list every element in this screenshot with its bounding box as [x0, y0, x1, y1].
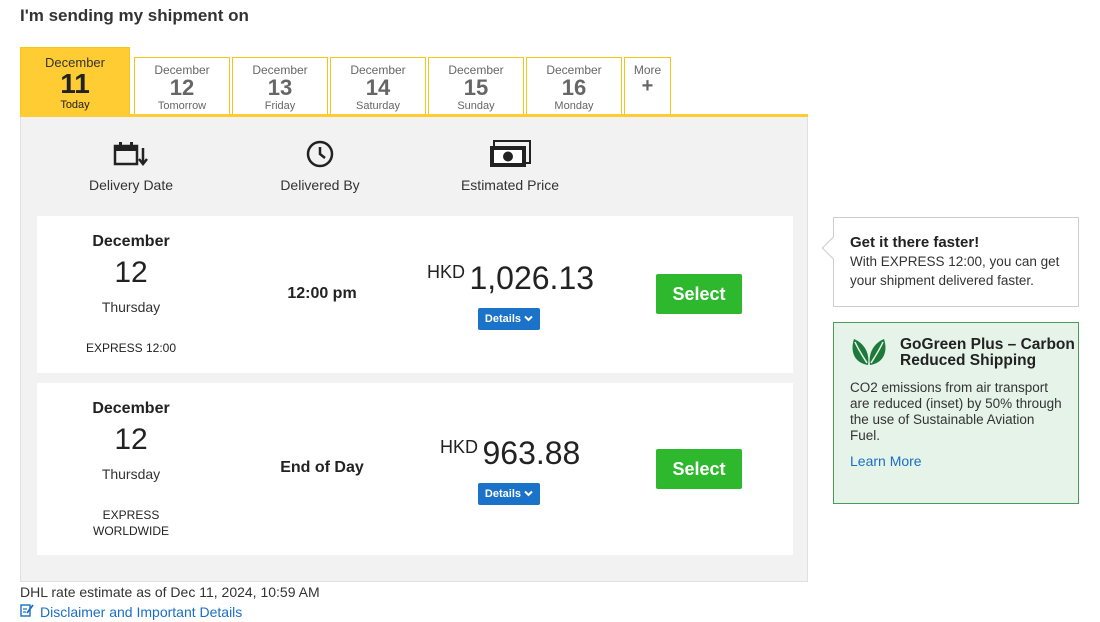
option-delivered-by: 12:00 pm [287, 285, 357, 302]
tab-day: 14 [365, 75, 391, 100]
tab-label: Today [60, 99, 90, 111]
tab-december-15[interactable]: December 15 Sunday [428, 57, 524, 115]
tab-label: Sunday [457, 100, 495, 112]
tip-arrow [821, 236, 845, 260]
column-delivered-by: Delivered By [261, 137, 379, 193]
money-icon [446, 137, 574, 171]
calendar-icon [71, 137, 191, 171]
select-button[interactable]: Select [656, 449, 742, 489]
option-day: 12 [114, 423, 148, 456]
disclaimer-label: Disclaimer and Important Details [40, 603, 243, 620]
shipping-option-card: December 12 Thursday EXPRESS 12:00 12:00… [37, 216, 793, 373]
column-label: Delivered By [280, 177, 360, 193]
tab-day: 12 [169, 75, 195, 100]
details-button[interactable]: Details [478, 483, 540, 505]
option-delivered-by: End of Day [280, 459, 364, 476]
rate-estimate-note: DHL rate estimate as of Dec 11, 2024, 10… [20, 584, 320, 600]
option-service-line: WORLDWIDE [93, 524, 169, 538]
column-label: Delivery Date [88, 177, 174, 193]
gogreen-title: GoGreen Plus – Carbon Reduced Shipping [900, 336, 1075, 369]
select-button[interactable]: Select [656, 274, 742, 314]
leaf-icon [850, 337, 888, 372]
gogreen-body: CO2 emissions from air transport are red… [850, 380, 1062, 443]
shipping-option-card: December 12 Thursday EXPRESS WORLDWIDE E… [37, 383, 793, 555]
gogreen-header: GoGreen Plus – Carbon Reduced Shipping [850, 337, 1078, 372]
option-service-line: EXPRESS [102, 508, 160, 522]
tab-december-11[interactable]: December 11 Today [20, 47, 130, 115]
tab-december-14[interactable]: December 14 Saturday [330, 57, 426, 115]
option-day: 12 [114, 256, 148, 289]
price-amount: 1,026.13 [469, 260, 595, 296]
option-price: HKD 1,026.13 [427, 260, 594, 297]
plus-icon: + [641, 75, 654, 97]
tab-day: 13 [267, 75, 293, 100]
option-weekday: Thursday [101, 299, 161, 315]
tab-day: 11 [60, 68, 90, 99]
option-service: EXPRESS WORLDWIDE [67, 507, 195, 539]
price-currency: HKD [427, 262, 466, 282]
column-estimated-price: Estimated Price [446, 137, 574, 193]
edit-document-icon [20, 603, 34, 620]
tab-day: 15 [463, 75, 489, 100]
tab-label: Friday [264, 100, 296, 112]
tab-label: Tomorrow [157, 100, 207, 112]
column-delivery-date: Delivery Date [71, 137, 191, 193]
details-label: Details [484, 313, 521, 325]
date-tabs: December 11 Today December 12 Tomorrow D… [20, 47, 808, 115]
gogreen-panel: GoGreen Plus – Carbon Reduced Shipping C… [833, 322, 1079, 504]
learn-more-link[interactable]: Learn More [850, 453, 1078, 469]
details-label: Details [484, 488, 521, 500]
option-service: EXPRESS 12:00 [85, 341, 177, 355]
price-amount: 963.88 [482, 435, 581, 471]
option-price: HKD 963.88 [440, 435, 580, 472]
tab-day: 16 [561, 75, 587, 100]
tab-label: Monday [554, 100, 594, 112]
tab-more[interactable]: More + [624, 57, 671, 115]
column-label: Estimated Price [460, 177, 560, 193]
tip-body: With EXPRESS 12:00, you can get your shi… [850, 254, 1060, 288]
shipping-options-panel: Delivery Date Delivered By Estimated Pri… [20, 117, 808, 582]
page-title: I'm sending my shipment on [20, 6, 249, 25]
tab-label: Saturday [355, 100, 401, 112]
option-weekday: Thursday [101, 466, 161, 482]
chevron-down-icon [524, 313, 533, 325]
price-currency: HKD [440, 437, 479, 457]
tab-december-13[interactable]: December 13 Friday [232, 57, 328, 115]
option-month: December [92, 400, 170, 417]
faster-delivery-tip: Get it there faster! With EXPRESS 12:00,… [821, 217, 1079, 307]
details-button[interactable]: Details [478, 308, 540, 330]
option-month: December [92, 233, 170, 250]
disclaimer-link[interactable]: Disclaimer and Important Details [20, 603, 242, 620]
chevron-down-icon [524, 488, 533, 500]
clock-icon [261, 137, 379, 171]
tab-december-16[interactable]: December 16 Monday [526, 57, 622, 115]
tip-title: Get it there faster! [850, 234, 980, 251]
tab-december-12[interactable]: December 12 Tomorrow [134, 57, 230, 115]
